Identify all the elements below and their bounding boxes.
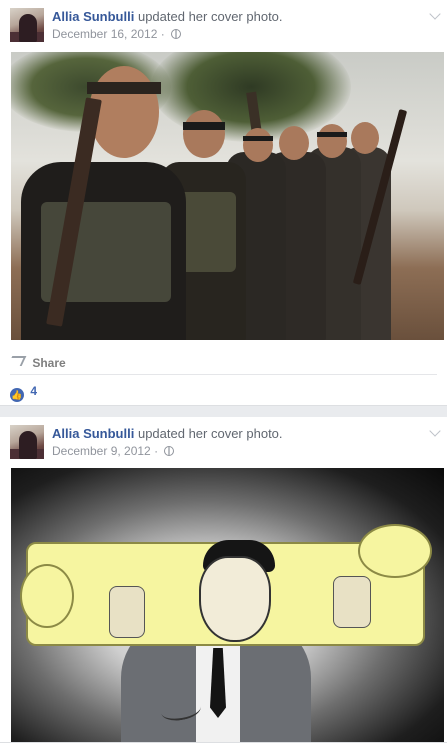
post-meta: December 9, 2012 · (52, 443, 175, 459)
post-title: Allia Sunbulli updated her cover photo. (52, 426, 283, 442)
soldier-head (351, 122, 379, 154)
cover-photo-soldiers[interactable] (11, 52, 444, 340)
post-card-1: Allia Sunbulli updated her cover photo. … (0, 0, 447, 406)
post-date-link[interactable]: December 16, 2012 (52, 27, 157, 41)
avatar[interactable] (10, 8, 44, 42)
soldier-head (183, 110, 225, 158)
like-thumb-icon: 👍 (10, 388, 24, 402)
like-count[interactable]: 👍 4 (10, 384, 37, 402)
yoke-lobe (20, 564, 74, 628)
share-button[interactable]: Share (7, 356, 66, 370)
headband (183, 122, 225, 130)
share-arrow-icon (7, 356, 27, 366)
author-name-link[interactable]: Allia Sunbulli (52, 426, 134, 441)
post-date-link[interactable]: December 9, 2012 (52, 444, 151, 458)
headband (317, 132, 347, 137)
cartoon-hand-right (333, 576, 371, 628)
headband (243, 136, 273, 141)
cartoon-face (199, 556, 271, 642)
avatar-figure (19, 14, 37, 42)
post-title: Allia Sunbulli updated her cover photo. (52, 9, 283, 25)
avatar[interactable] (10, 425, 44, 459)
soldier-head (317, 124, 347, 158)
chevron-down-icon[interactable] (429, 8, 441, 20)
post-card-2: Allia Sunbulli updated her cover photo. … (0, 417, 447, 743)
soldier-head (243, 128, 273, 162)
share-label: Share (32, 356, 66, 370)
divider (10, 374, 437, 375)
headband (87, 82, 161, 94)
like-count-value: 4 (30, 384, 38, 398)
post-header: Allia Sunbulli updated her cover photo. … (0, 0, 447, 48)
avatar-figure (19, 431, 37, 459)
cartoon-hand-left (109, 586, 145, 638)
yoke-lobe (358, 524, 432, 578)
cover-photo-cartoon[interactable] (11, 468, 444, 742)
post-meta: December 16, 2012 · (52, 26, 182, 42)
post-action-text: updated her cover photo. (137, 426, 283, 441)
post-header: Allia Sunbulli updated her cover photo. … (0, 417, 447, 465)
chevron-down-icon[interactable] (429, 425, 441, 437)
author-name-link[interactable]: Allia Sunbulli (52, 9, 134, 24)
globe-icon[interactable] (171, 29, 182, 39)
soldier-head (279, 126, 309, 160)
globe-icon[interactable] (164, 446, 175, 456)
post-action-text: updated her cover photo. (137, 9, 283, 24)
